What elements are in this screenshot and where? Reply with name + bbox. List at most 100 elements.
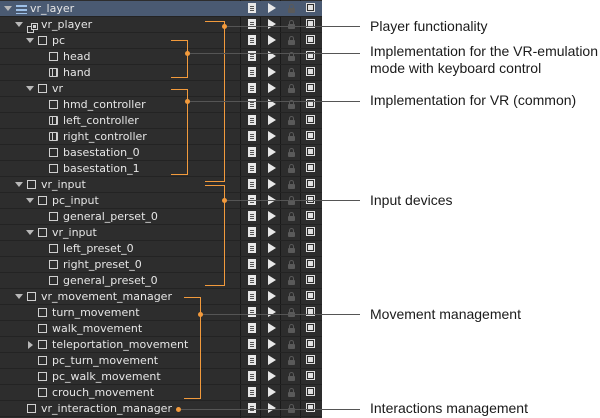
lock-icon[interactable]: [288, 164, 295, 173]
lock-icon[interactable]: [288, 292, 295, 301]
visibility-icon[interactable]: [306, 259, 315, 268]
visibility-icon[interactable]: [306, 67, 315, 76]
lock-icon[interactable]: [288, 212, 295, 221]
lock-icon[interactable]: [288, 340, 295, 349]
outliner-row[interactable]: basestation_0: [0, 145, 322, 161]
enabled-play-icon[interactable]: [268, 355, 276, 365]
properties-icon[interactable]: [248, 131, 256, 141]
properties-icon[interactable]: [248, 371, 256, 381]
enabled-play-icon[interactable]: [268, 211, 276, 221]
enabled-play-icon[interactable]: [268, 179, 276, 189]
properties-icon[interactable]: [248, 163, 256, 173]
properties-icon[interactable]: [248, 355, 256, 365]
visibility-icon[interactable]: [306, 323, 315, 332]
outliner-row[interactable]: vr_layer: [0, 1, 322, 17]
lock-icon[interactable]: [288, 4, 295, 13]
lock-icon[interactable]: [288, 180, 295, 189]
outliner-row[interactable]: head: [0, 49, 322, 65]
visibility-icon[interactable]: [306, 291, 315, 300]
enabled-play-icon[interactable]: [268, 67, 276, 77]
outliner-row[interactable]: vr_player: [0, 17, 322, 33]
visibility-icon[interactable]: [306, 371, 315, 380]
outliner-row[interactable]: vr_input: [0, 225, 322, 241]
properties-icon[interactable]: [248, 67, 256, 77]
lock-icon[interactable]: [288, 148, 295, 157]
enabled-play-icon[interactable]: [268, 35, 276, 45]
properties-icon[interactable]: [248, 179, 256, 189]
outliner-row[interactable]: walk_movement: [0, 321, 322, 337]
lock-icon[interactable]: [288, 276, 295, 285]
visibility-icon[interactable]: [306, 339, 315, 348]
lock-icon[interactable]: [288, 372, 295, 381]
collapse-arrow-icon[interactable]: [15, 182, 23, 187]
lock-icon[interactable]: [288, 100, 295, 109]
properties-icon[interactable]: [248, 339, 256, 349]
properties-icon[interactable]: [248, 3, 256, 13]
outliner-row[interactable]: right_preset_0: [0, 257, 322, 273]
lock-icon[interactable]: [288, 36, 295, 45]
outliner-row[interactable]: left_controller: [0, 113, 322, 129]
lock-icon[interactable]: [288, 84, 295, 93]
visibility-icon[interactable]: [306, 275, 315, 284]
enabled-play-icon[interactable]: [268, 163, 276, 173]
visibility-icon[interactable]: [306, 355, 315, 364]
properties-icon[interactable]: [248, 83, 256, 93]
visibility-icon[interactable]: [306, 147, 315, 156]
properties-icon[interactable]: [248, 275, 256, 285]
enabled-play-icon[interactable]: [268, 387, 276, 397]
enabled-play-icon[interactable]: [268, 307, 276, 317]
properties-icon[interactable]: [248, 323, 256, 333]
properties-icon[interactable]: [248, 19, 256, 29]
outliner-row[interactable]: pc_turn_movement: [0, 353, 322, 369]
outliner-row[interactable]: teleportation_movement: [0, 337, 322, 353]
outliner-row[interactable]: turn_movement: [0, 305, 322, 321]
enabled-play-icon[interactable]: [268, 275, 276, 285]
enabled-play-icon[interactable]: [268, 131, 276, 141]
lock-icon[interactable]: [288, 68, 295, 77]
outliner-row[interactable]: crouch_movement: [0, 385, 322, 401]
enabled-play-icon[interactable]: [268, 115, 276, 125]
outliner-row[interactable]: left_preset_0: [0, 241, 322, 257]
visibility-icon[interactable]: [306, 227, 315, 236]
collapse-arrow-icon[interactable]: [26, 38, 34, 43]
lock-icon[interactable]: [288, 324, 295, 333]
visibility-icon[interactable]: [306, 163, 315, 172]
properties-icon[interactable]: [248, 243, 256, 253]
lock-icon[interactable]: [288, 260, 295, 269]
visibility-icon[interactable]: [306, 3, 315, 12]
lock-icon[interactable]: [288, 52, 295, 61]
enabled-play-icon[interactable]: [268, 259, 276, 269]
outliner-row[interactable]: vr_movement_manager: [0, 289, 322, 305]
enabled-play-icon[interactable]: [268, 403, 276, 413]
enabled-play-icon[interactable]: [268, 147, 276, 157]
visibility-icon[interactable]: [306, 131, 315, 140]
outliner-row[interactable]: pc_walk_movement: [0, 369, 322, 385]
properties-icon[interactable]: [248, 227, 256, 237]
enabled-play-icon[interactable]: [268, 19, 276, 29]
properties-icon[interactable]: [248, 307, 256, 317]
outliner-row[interactable]: vr: [0, 81, 322, 97]
lock-icon[interactable]: [288, 388, 295, 397]
lock-icon[interactable]: [288, 132, 295, 141]
lock-icon[interactable]: [288, 116, 295, 125]
collapse-arrow-icon[interactable]: [26, 86, 34, 91]
visibility-icon[interactable]: [306, 387, 315, 396]
collapse-arrow-icon[interactable]: [15, 294, 23, 299]
properties-icon[interactable]: [248, 115, 256, 125]
outliner-row[interactable]: vr_input: [0, 177, 322, 193]
properties-icon[interactable]: [248, 387, 256, 397]
expand-arrow-icon[interactable]: [28, 341, 33, 349]
collapse-arrow-icon[interactable]: [15, 22, 23, 27]
collapse-arrow-icon[interactable]: [26, 230, 34, 235]
enabled-play-icon[interactable]: [268, 371, 276, 381]
enabled-play-icon[interactable]: [268, 83, 276, 93]
properties-icon[interactable]: [248, 403, 256, 413]
visibility-icon[interactable]: [306, 211, 315, 220]
outliner-row[interactable]: hmd_controller: [0, 97, 322, 113]
enabled-play-icon[interactable]: [268, 3, 276, 13]
visibility-icon[interactable]: [306, 179, 315, 188]
outliner-row[interactable]: hand: [0, 65, 322, 81]
properties-icon[interactable]: [248, 35, 256, 45]
collapse-arrow-icon[interactable]: [4, 6, 12, 11]
outliner-row[interactable]: general_preset_0: [0, 273, 322, 289]
